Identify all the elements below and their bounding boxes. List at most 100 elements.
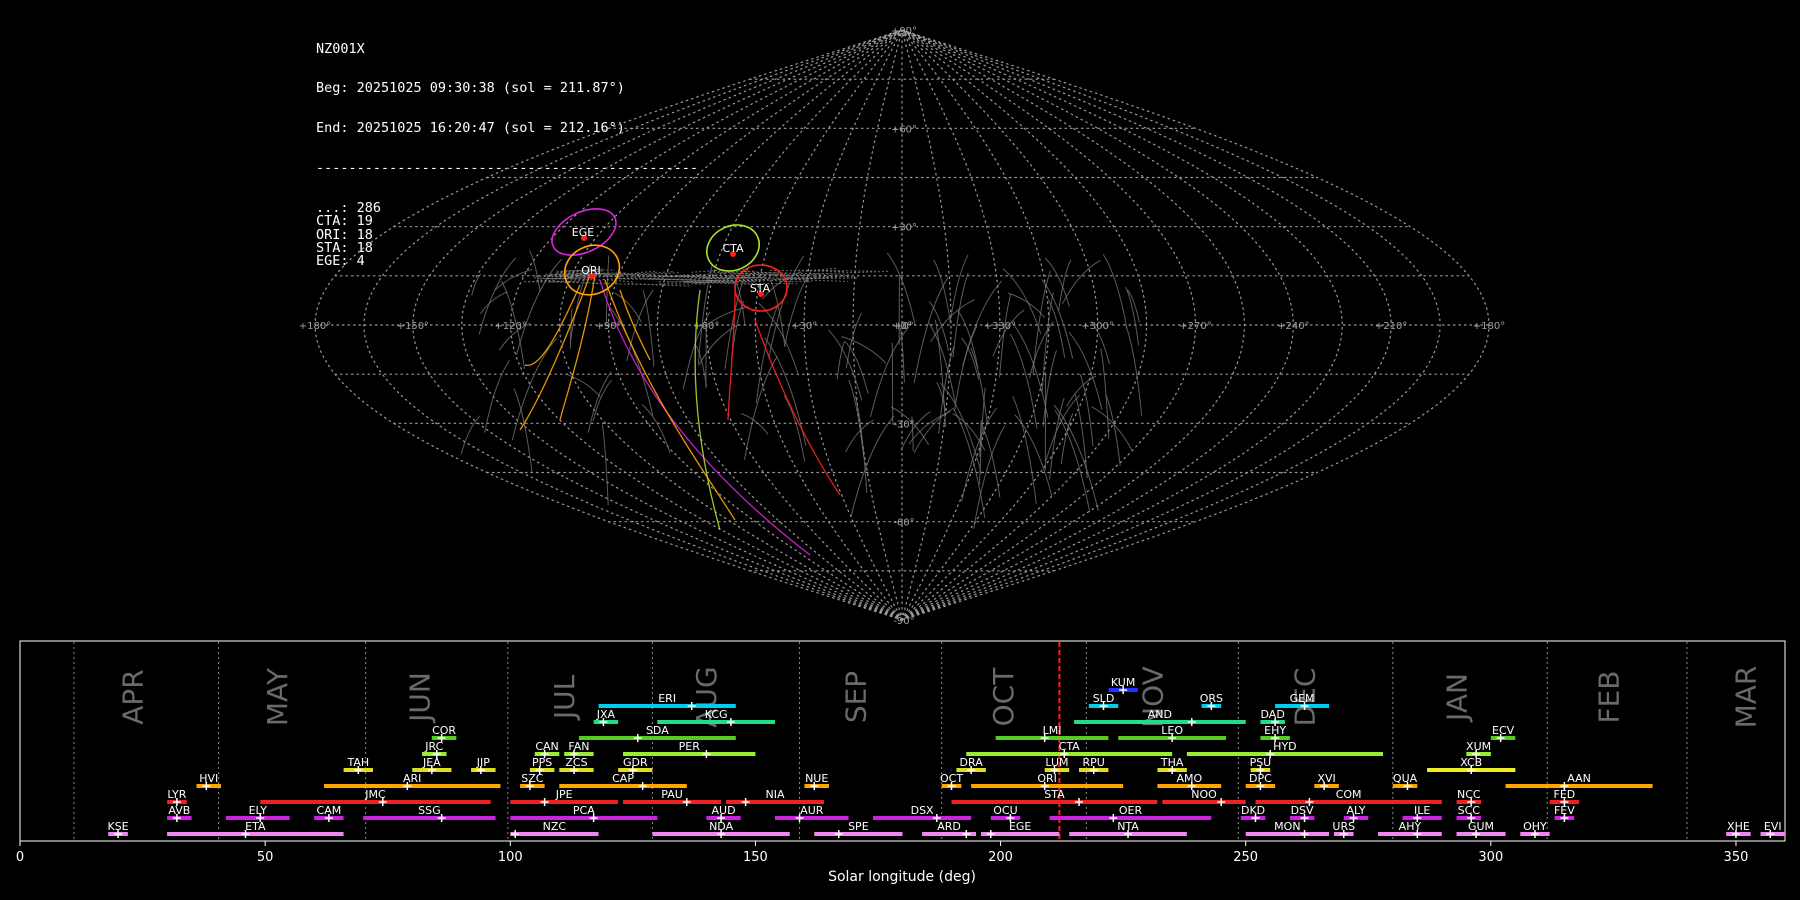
shower-code-label: DSV <box>1291 804 1314 817</box>
shower-code-label: RPU <box>1083 756 1105 769</box>
shower-code-label: AUR <box>800 804 824 817</box>
shower-code-label: ILE <box>1414 804 1430 817</box>
shower-code-label: ERI <box>658 692 676 705</box>
shower-code-label: MON <box>1274 820 1300 833</box>
month-label: APR <box>117 669 150 725</box>
shower-code-label: SSG <box>418 804 441 817</box>
shower-code-label: AMO <box>1176 772 1202 785</box>
shower-code-label: AAN <box>1567 772 1591 785</box>
shower-code-label: AHY <box>1399 820 1422 833</box>
shower-code-label: LEO <box>1161 724 1183 737</box>
shower-code-label: DRA <box>960 756 984 769</box>
shower-timeline-chart: APR MAY JUN JUL AUG SEP OCT NOV DEC JAN FEB MAR KUM… <box>16 640 1786 885</box>
shower-code-label: XUM <box>1466 740 1491 753</box>
shower-code-label: COR <box>432 724 456 737</box>
shower-code-label: FED <box>1554 788 1576 801</box>
shower-code-label: SDA <box>646 724 669 737</box>
x-axis-label: Solar longitude (deg) <box>828 869 976 885</box>
shower-code-label: AVB <box>168 804 190 817</box>
x-tick-label: 350 <box>1724 850 1749 865</box>
shower-code-label: JMC <box>364 788 386 801</box>
month-label: MAY <box>261 667 294 726</box>
shower-code-label: QUA <box>1393 772 1418 785</box>
shower-code-label: NZC <box>543 820 567 833</box>
shower-code-label: JPE <box>555 788 573 801</box>
shower-code-label: EHY <box>1264 724 1286 737</box>
shower-code-label: URS <box>1332 820 1355 833</box>
shower-code-label: GUM <box>1468 820 1494 833</box>
shower-code-label: LMI <box>1043 724 1062 737</box>
shower-code-label: HVI <box>199 772 218 785</box>
shower-code-label: PCA <box>573 804 595 817</box>
shower-code-label: ECV <box>1492 724 1515 737</box>
shower-code-label: OHY <box>1523 820 1547 833</box>
shower-code-label: XVI <box>1317 772 1335 785</box>
month-label: JAN <box>1440 673 1473 723</box>
shower-code-label: ALY <box>1347 804 1366 817</box>
x-tick-label: 0 <box>16 850 24 865</box>
shower-code-label: KCG <box>705 708 728 721</box>
shower-code-label: KSE <box>107 820 128 833</box>
shower-code-label: XHE <box>1727 820 1750 833</box>
shower-code-label: KUM <box>1111 676 1135 689</box>
shower-code-label: FEV <box>1554 804 1575 817</box>
shower-code-label: EGE <box>1009 820 1031 833</box>
shower-code-label: ZCS <box>565 756 587 769</box>
shower-code-label: DPC <box>1249 772 1272 785</box>
x-axis: 0 50 100 150 200 250 300 350 <box>16 841 1749 865</box>
shower-code-label: NUE <box>805 772 828 785</box>
x-tick-label: 300 <box>1478 850 1503 865</box>
month-label: FEB <box>1592 670 1625 723</box>
month-label: OCT <box>987 667 1020 727</box>
shower-code-label: OER <box>1119 804 1143 817</box>
shower-code-label: THA <box>1160 756 1184 769</box>
shower-code-label: SLD <box>1093 692 1115 705</box>
shower-code-label: ETA <box>245 820 266 833</box>
shower-code-label: ORI <box>1037 772 1057 785</box>
month-label: JUN <box>403 672 436 724</box>
shower-code-label: JRC <box>424 740 443 753</box>
shower-code-label: ORS <box>1200 692 1223 705</box>
shower-code-label: NIA <box>766 788 785 801</box>
shower-code-label: CAP <box>612 772 634 785</box>
shower-code-label: HYD <box>1273 740 1296 753</box>
shower-code-label: DAD <box>1261 708 1285 721</box>
shower-code-label: ELY <box>249 804 268 817</box>
x-tick-label: 200 <box>988 850 1013 865</box>
shower-code-label: ARI <box>403 772 421 785</box>
shower-code-label: SZC <box>521 772 544 785</box>
shower-code-label: NOO <box>1191 788 1217 801</box>
month-label: MAR <box>1730 666 1763 729</box>
x-tick-label: 150 <box>743 850 768 865</box>
month-label: JUL <box>548 674 581 721</box>
shower-code-label: CAM <box>317 804 342 817</box>
shower-code-label: LYR <box>167 788 186 801</box>
shower-code-label: TAH <box>346 756 369 769</box>
x-tick-label: 50 <box>257 850 274 865</box>
shower-code-label: JIP <box>476 756 490 769</box>
shower-code-label: NCC <box>1457 788 1481 801</box>
x-tick-label: 100 <box>498 850 523 865</box>
shower-code-label: CTA <box>1059 740 1081 753</box>
shower-code-label: OCU <box>993 804 1017 817</box>
shower-code-label: SPE <box>848 820 869 833</box>
shower-code-label: PSU <box>1250 756 1272 769</box>
shower-code-label: PPS <box>532 756 552 769</box>
shower-code-label: NDA <box>709 820 734 833</box>
shower-code-label: PAU <box>661 788 683 801</box>
shower-code-label: LUM <box>1045 756 1068 769</box>
shower-code-label: JEA <box>422 756 441 769</box>
shower-code-label: OCT <box>940 772 963 785</box>
shower-code-label: AUD <box>712 804 736 817</box>
shower-code-label: PER <box>679 740 701 753</box>
shower-code-label: EVI <box>1764 820 1782 833</box>
shower-code-label: DSX <box>911 804 934 817</box>
shower-code-label: XCB <box>1460 756 1482 769</box>
shower-code-label: SCC <box>1458 804 1481 817</box>
shower-code-label: JXA <box>596 708 616 721</box>
shower-code-label: FAN <box>568 740 589 753</box>
shower-code-label: ARD <box>937 820 961 833</box>
shower-code-label: GDR <box>623 756 648 769</box>
shower-code-label: STA <box>1044 788 1065 801</box>
shower-code-label: DKD <box>1241 804 1265 817</box>
